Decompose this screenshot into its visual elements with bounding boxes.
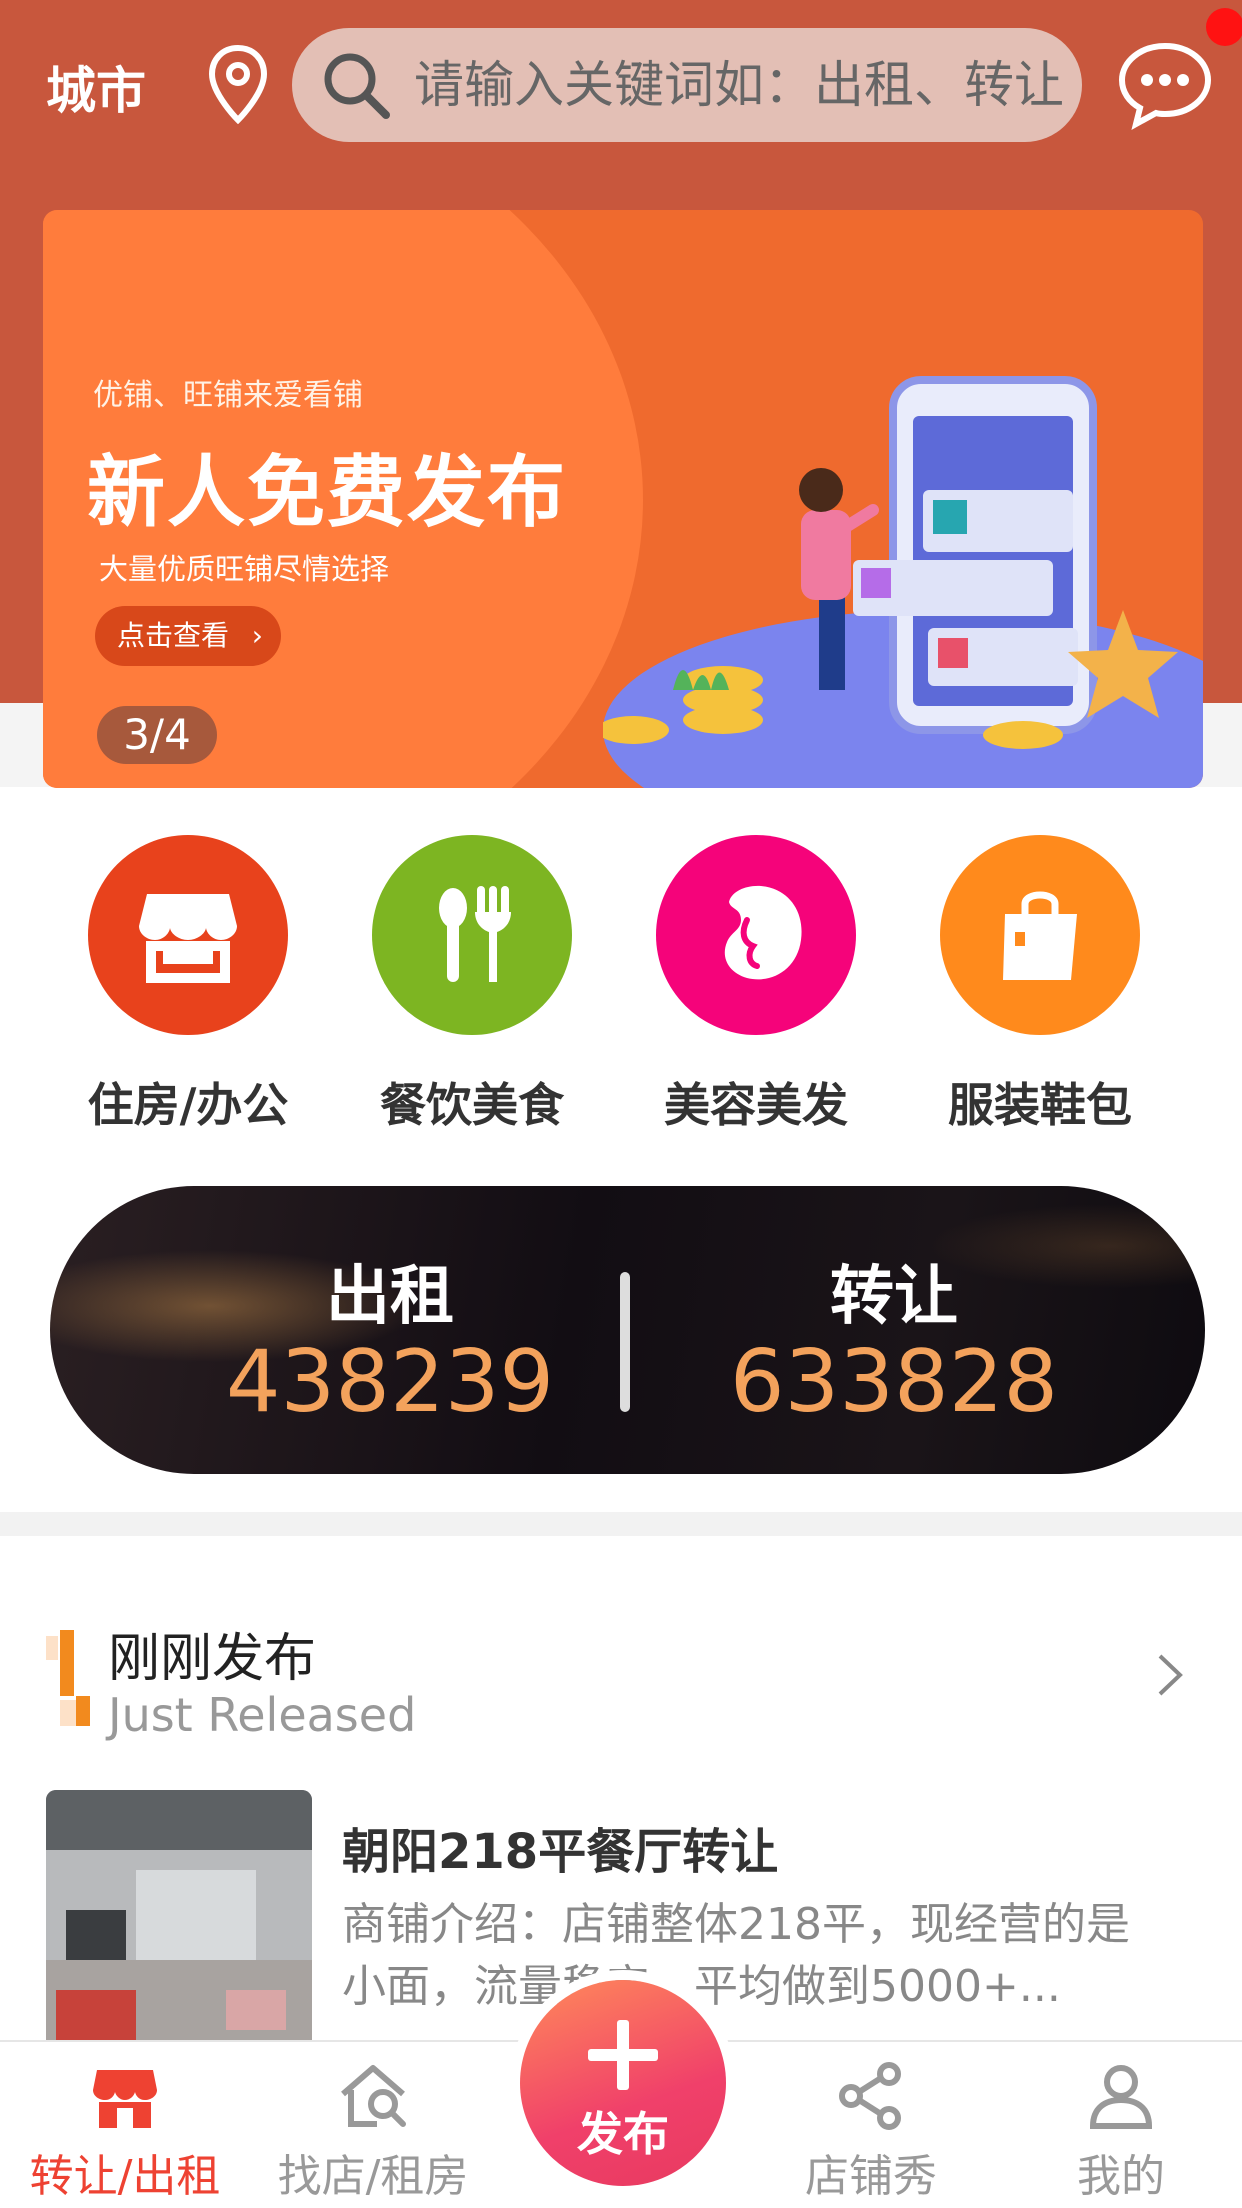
just-released-header[interactable]: 刚刚发布 Just Released <box>0 1600 1242 1750</box>
banner-tagline: 优铺、旺铺来爱看铺 <box>93 378 363 413</box>
search-icon <box>324 53 390 119</box>
category-housing-office[interactable]: 住房/办公 <box>68 835 308 1145</box>
listing-thumbnail <box>46 1790 312 2050</box>
transfer-count: 633828 <box>729 1332 1059 1432</box>
banner-page-indicator: 3/4 <box>97 706 217 764</box>
user-icon <box>1089 2065 1153 2129</box>
transfer-label: 转让 <box>830 1260 958 1334</box>
top-bar: 城市 <box>0 0 1242 180</box>
stats-banner[interactable]: 出租 438239 转让 633828 <box>50 1186 1205 1474</box>
section-divider <box>0 1512 1242 1536</box>
banner-title: 新人免费发布 <box>87 448 568 538</box>
tab-label: 找店/租房 <box>277 2151 469 2202</box>
chevron-right-icon: › <box>251 619 263 652</box>
rent-count: 438239 <box>225 1332 555 1432</box>
category-label: 餐饮美食 <box>380 1078 564 1132</box>
tab-label: 我的 <box>1077 2151 1165 2202</box>
category-label: 美容美发 <box>664 1078 848 1132</box>
banner-subtitle: 大量优质旺铺尽情选择 <box>99 552 390 586</box>
utensils-icon <box>372 835 572 1035</box>
city-selector[interactable]: 城市 <box>46 56 146 126</box>
category-beauty-hair[interactable]: 美容美发 <box>636 835 876 1145</box>
listing-title: 朝阳218平餐厅转让 <box>342 1824 779 1880</box>
chevron-right-icon[interactable] <box>1150 1650 1190 1700</box>
tab-find-store[interactable]: 找店/租房 <box>248 2060 498 2204</box>
tab-label: 转让/出租 <box>29 2151 221 2202</box>
plus-icon <box>588 2020 658 2090</box>
section-subtitle: Just Released <box>108 1688 417 1742</box>
transfer-stat[interactable]: 转让 633828 <box>684 1260 1104 1430</box>
shopping-bag-icon <box>940 835 1140 1035</box>
location-pin-icon[interactable] <box>206 44 270 124</box>
promo-banner[interactable]: 优铺、旺铺来爱看铺 新人免费发布 大量优质旺铺尽情选择 点击查看 › 3/4 <box>43 210 1203 788</box>
category-food-dining[interactable]: 餐饮美食 <box>352 835 592 1145</box>
search-bar[interactable] <box>292 28 1082 142</box>
phone-illustration <box>603 376 1203 788</box>
stats-divider <box>620 1272 630 1412</box>
publish-button[interactable]: 发布 <box>520 1980 726 2186</box>
rent-label: 出租 <box>326 1260 454 1334</box>
rent-stat[interactable]: 出租 438239 <box>180 1260 600 1430</box>
listing-description: 商铺介绍：店铺整体218平，现经营的是小面，流量稳定，平均做到5000+... <box>342 1899 1130 2012</box>
tab-store-show[interactable]: 店铺秀 <box>746 2060 996 2204</box>
category-label: 住房/办公 <box>87 1078 289 1132</box>
tab-transfer-rent[interactable]: 转让/出租 <box>0 2060 250 2204</box>
search-input[interactable] <box>414 56 1074 114</box>
banner-button-label: 点击查看 <box>117 619 230 652</box>
publish-label: 发布 <box>577 2107 669 2161</box>
message-icon[interactable] <box>1116 40 1214 130</box>
section-marker-icon <box>46 1630 90 1726</box>
tab-profile[interactable]: 我的 <box>996 2060 1242 2204</box>
storefront-icon <box>88 835 288 1035</box>
notification-dot <box>1206 8 1242 46</box>
section-title: 刚刚发布 <box>108 1629 317 1689</box>
category-label: 服装鞋包 <box>948 1078 1132 1132</box>
category-clothing-bags[interactable]: 服装鞋包 <box>920 835 1160 1145</box>
share-icon <box>839 2062 901 2130</box>
beauty-face-icon <box>656 835 856 1035</box>
tab-label: 店铺秀 <box>805 2151 937 2202</box>
banner-view-button[interactable]: 点击查看 › <box>95 606 281 666</box>
house-search-icon <box>341 2065 406 2127</box>
category-grid: 住房/办公 餐饮美食 美容美发 服装鞋包 <box>0 835 1242 1145</box>
storefront-icon <box>93 2070 157 2128</box>
